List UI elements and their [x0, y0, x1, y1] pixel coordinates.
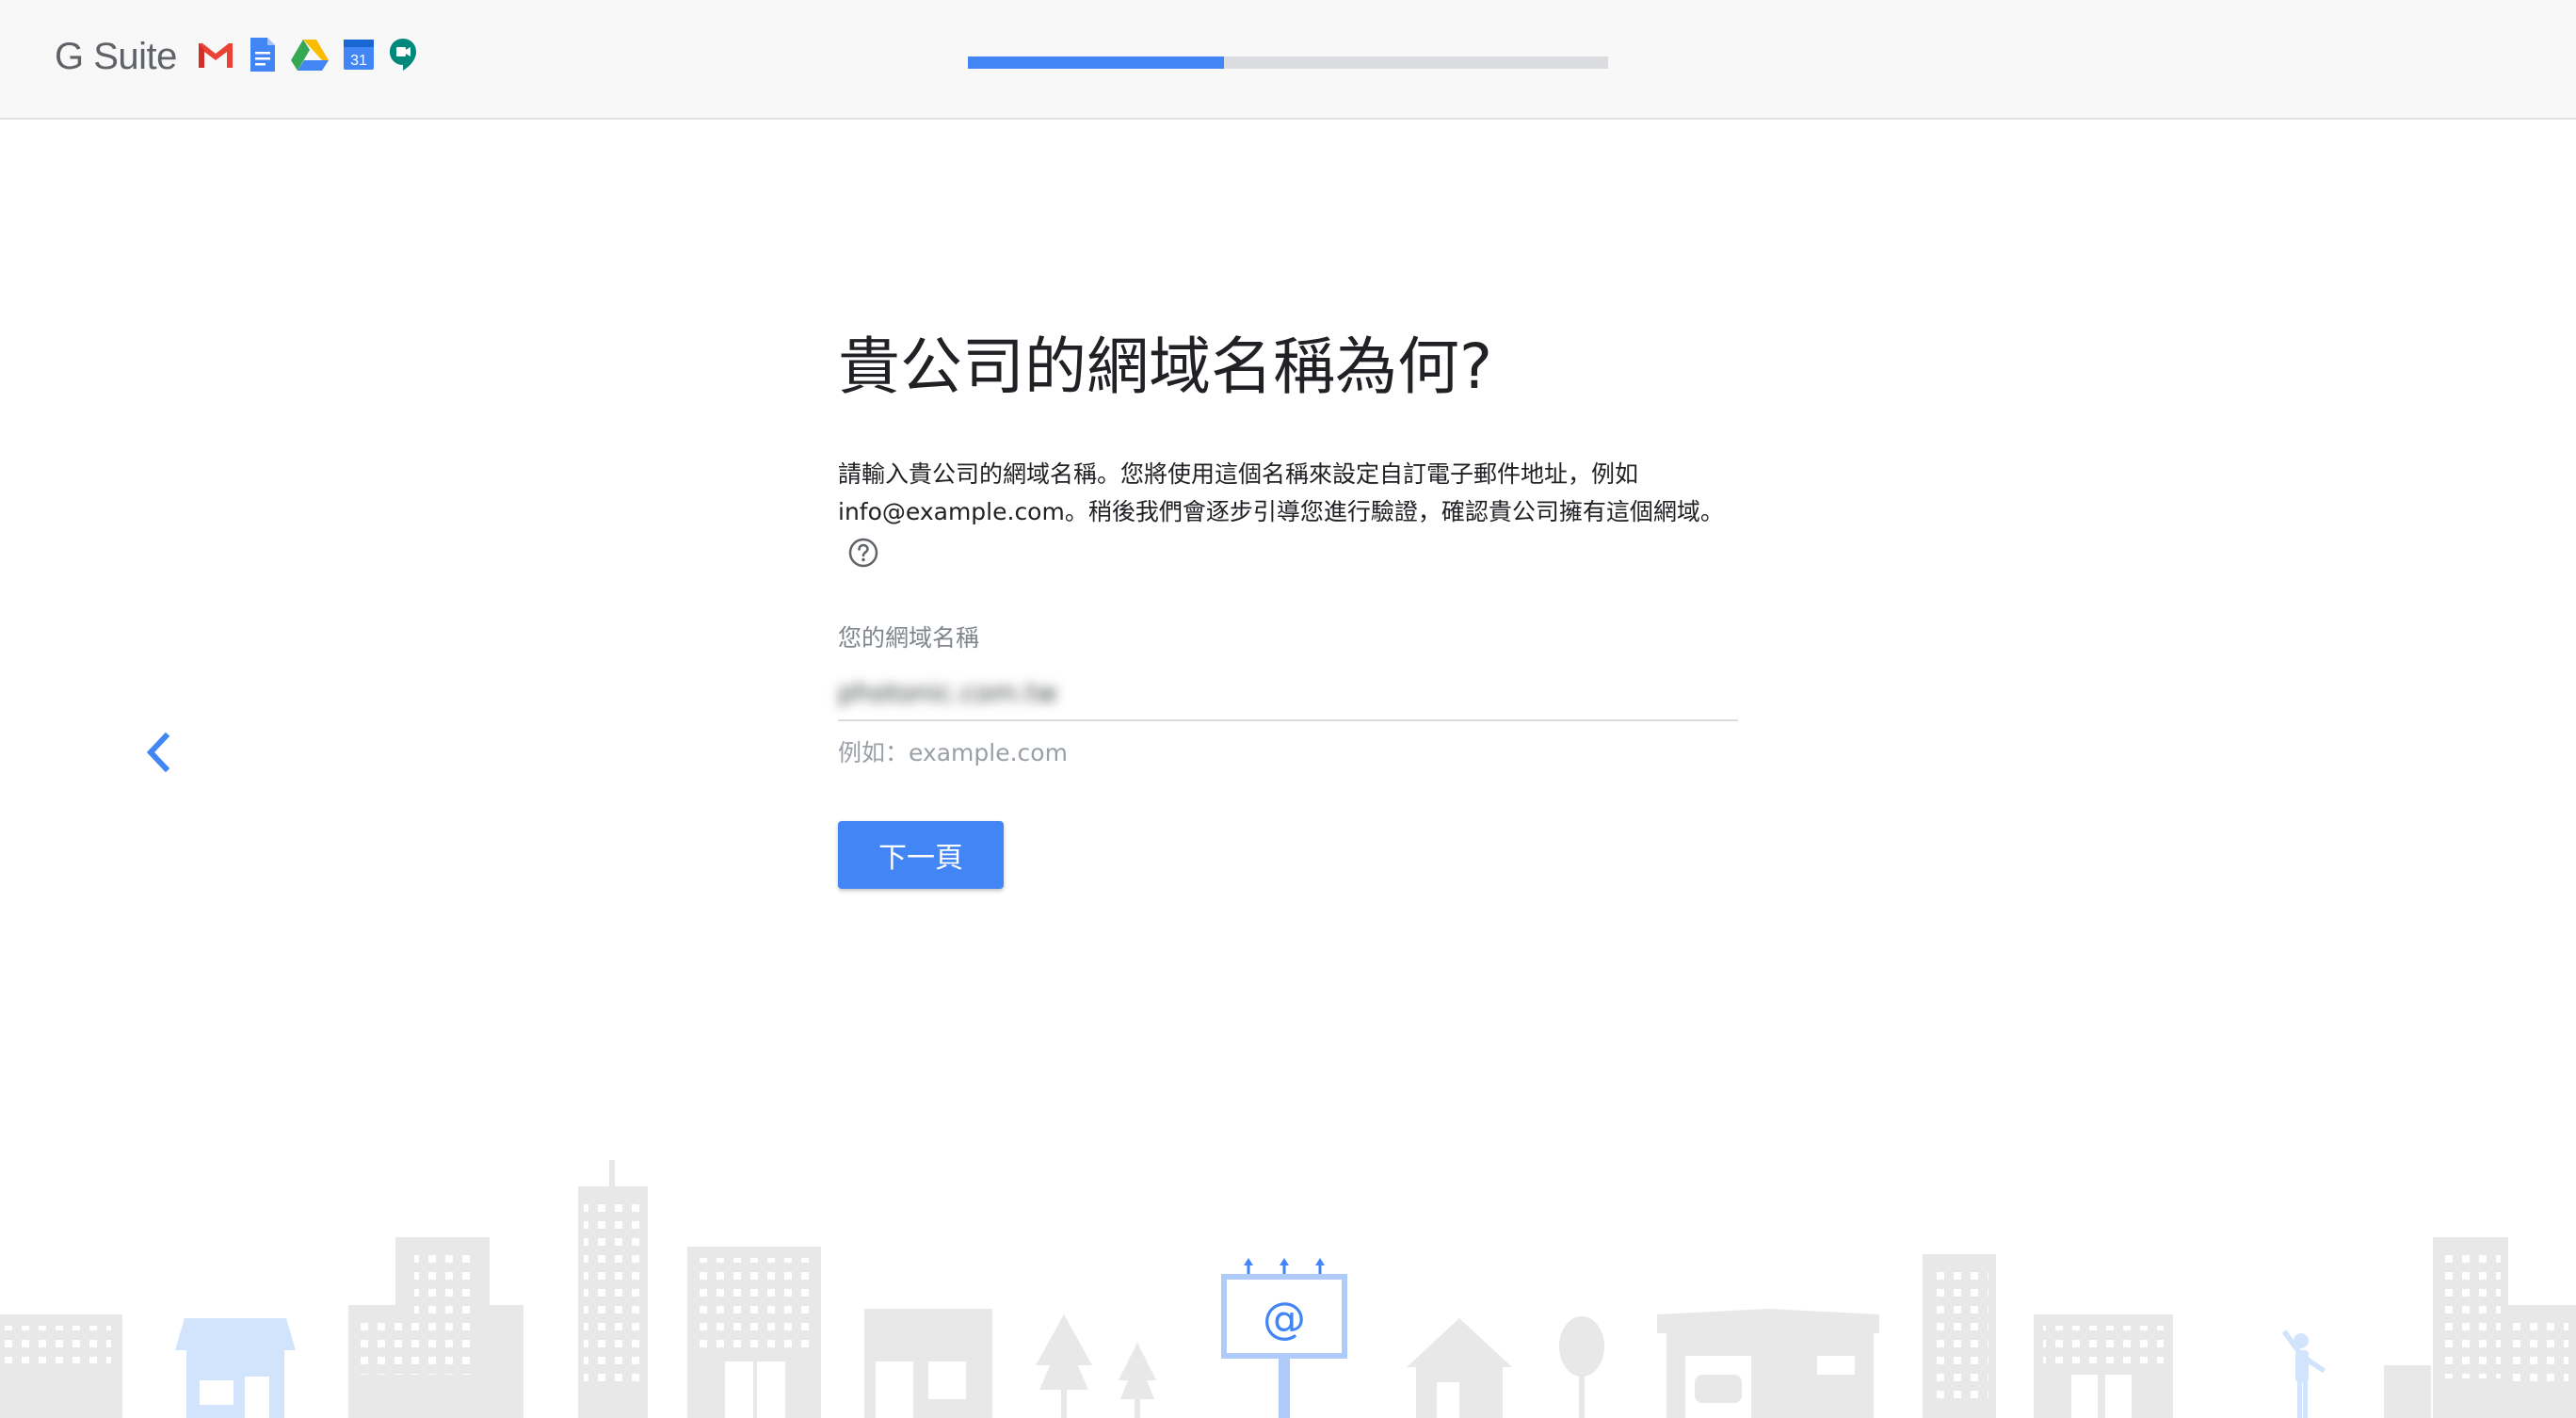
domain-input[interactable] [838, 667, 1738, 717]
drive-icon [291, 40, 329, 71]
billboard-symbol: @ [1263, 1293, 1306, 1344]
next-button[interactable]: 下一頁 [838, 821, 1004, 889]
chevron-left-icon [146, 732, 170, 773]
description-text: 請輸入貴公司的網域名稱。您將使用這個名稱來設定自訂電子郵件地址，例如 info@… [838, 460, 1724, 525]
help-icon[interactable] [847, 537, 879, 580]
domain-field [838, 667, 1738, 721]
setup-progress-bar [968, 56, 1608, 69]
header-bar: G Suite 31 [0, 0, 2576, 120]
calendar-icon: 31 [344, 40, 374, 70]
domain-field-label: 您的網域名稱 [838, 624, 980, 652]
page-title: 貴公司的網域名稱為何? [838, 330, 1493, 403]
setup-progress-fill [968, 56, 1224, 69]
meet-icon [390, 39, 416, 71]
main-content: 貴公司的網域名稱為何? 請輸入貴公司的網域名稱。您將使用這個名稱來設定自訂電子郵… [838, 320, 1742, 889]
gsuite-logo: G Suite [55, 28, 177, 85]
domain-field-hint: 例如：example.com [838, 739, 1068, 766]
calendar-day: 31 [350, 53, 367, 69]
gmail-icon [199, 43, 233, 68]
description: 請輸入貴公司的網域名稱。您將使用這個名稱來設定自訂電子郵件地址，例如 info@… [838, 456, 1742, 580]
back-button[interactable] [139, 731, 177, 774]
brand-name: G Suite [55, 35, 177, 77]
skyline-illustration: @ [0, 1160, 2576, 1418]
docs-icon [250, 38, 275, 72]
setup-page: G Suite 31 貴公司的網域名稱為何? 請輸入貴公司的網域名稱。您將使用這… [0, 0, 2576, 1418]
app-icons: 31 [196, 36, 418, 73]
